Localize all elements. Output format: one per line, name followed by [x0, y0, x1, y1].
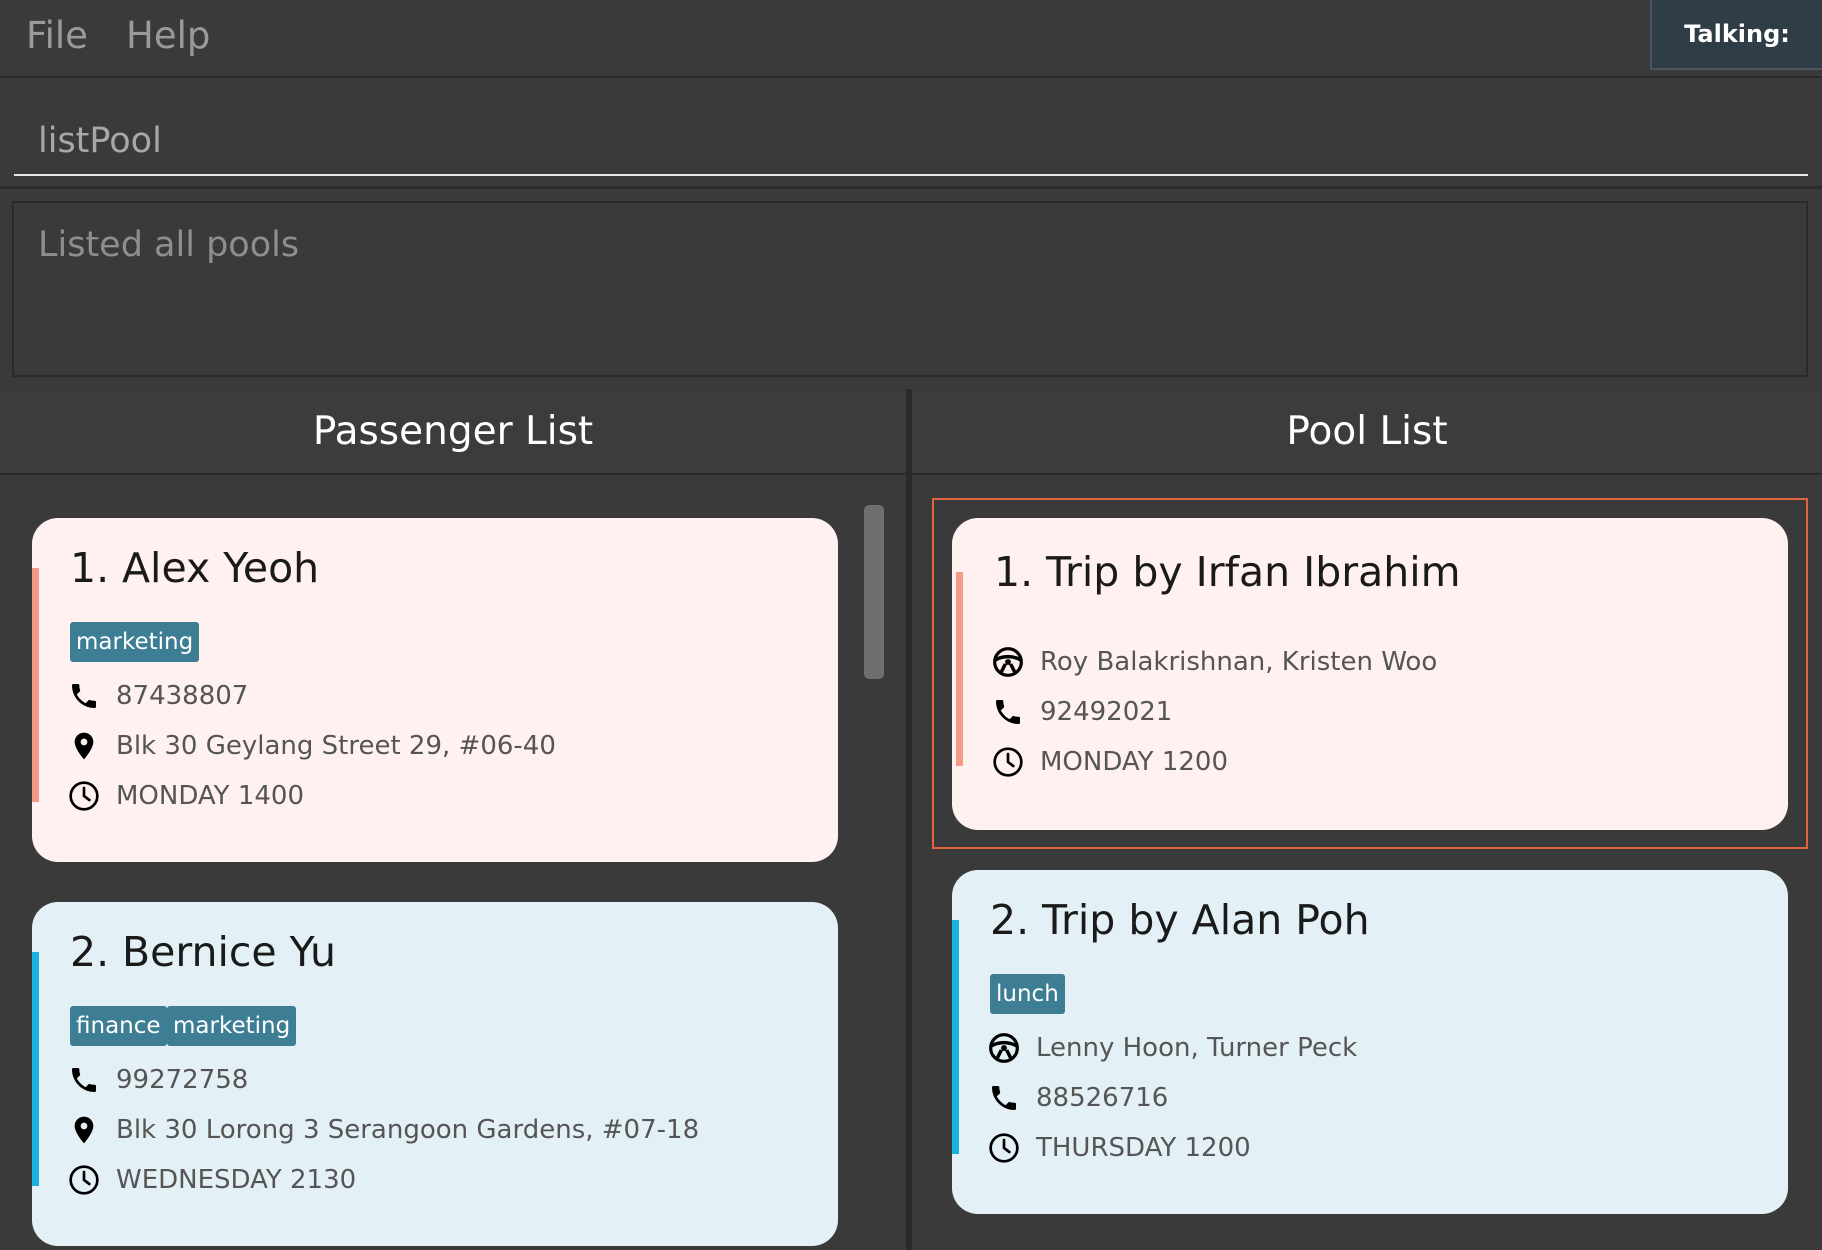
phone-row: 99272758 — [66, 1060, 248, 1100]
tag: lunch — [990, 974, 1065, 1014]
command-input[interactable] — [14, 96, 1808, 174]
steering-wheel-icon — [990, 644, 1026, 680]
tag: marketing — [167, 1006, 297, 1046]
panel-divider — [906, 389, 912, 1250]
command-box — [14, 96, 1808, 176]
location-pin-icon — [66, 728, 102, 764]
passenger-name: 1. Alex Yeoh — [70, 544, 320, 592]
pool-list-header: Pool List — [912, 389, 1822, 475]
menu-file[interactable]: File — [26, 14, 88, 57]
address-row: Blk 30 Lorong 3 Serangoon Gardens, #07-1… — [66, 1110, 699, 1150]
clock-icon — [66, 1162, 102, 1198]
pool-card[interactable]: 2. Trip by Alan Poh lunch Lenny Hoon, Tur… — [952, 870, 1788, 1214]
clock-icon — [986, 1130, 1022, 1166]
phone-row: 92492021 — [990, 692, 1172, 732]
phone-number: 87438807 — [116, 681, 249, 711]
location-pin-icon — [66, 1112, 102, 1148]
passenger-list-scrollbar[interactable] — [864, 505, 884, 679]
pool-list-title: Pool List — [1286, 408, 1448, 454]
time: MONDAY 1400 — [116, 781, 304, 811]
phone-icon — [986, 1080, 1022, 1116]
time-row: MONDAY 1400 — [66, 776, 304, 816]
time: MONDAY 1200 — [1040, 747, 1228, 777]
phone-number: 99272758 — [116, 1065, 249, 1095]
passenger-name: 2. Bernice Yu — [70, 928, 336, 976]
pool-passengers: Roy Balakrishnan, Kristen Woo — [1040, 647, 1438, 677]
time-row: THURSDAY 1200 — [986, 1128, 1251, 1168]
phone-number: 88526716 — [1036, 1083, 1169, 1113]
card-accent — [956, 572, 963, 766]
address: Blk 30 Lorong 3 Serangoon Gardens, #07-1… — [116, 1115, 700, 1145]
phone-row: 88526716 — [986, 1078, 1168, 1118]
time-row: MONDAY 1200 — [990, 742, 1228, 782]
passenger-list-header: Passenger List — [0, 389, 906, 475]
card-accent — [952, 920, 959, 1154]
pool-passengers-row: Roy Balakrishnan, Kristen Woo — [990, 642, 1437, 682]
phone-icon — [66, 678, 102, 714]
card-accent — [32, 568, 39, 802]
passenger-card[interactable]: 1. Alex Yeoh marketing 87438807 Blk 30 Ge… — [32, 518, 838, 862]
pool-card[interactable]: 1. Trip by Irfan Ibrahim Roy Balakrishnan… — [952, 518, 1788, 830]
menu-bar: File Help — [0, 0, 1822, 78]
address: Blk 30 Geylang Street 29, #06-40 — [116, 731, 556, 761]
pool-passengers: Lenny Hoon, Turner Peck — [1036, 1033, 1358, 1063]
passenger-list-title: Passenger List — [312, 408, 594, 454]
tag: marketing — [70, 622, 200, 662]
address-row: Blk 30 Geylang Street 29, #06-40 — [66, 726, 556, 766]
result-display: Listed all pools — [12, 201, 1808, 377]
time: THURSDAY 1200 — [1036, 1133, 1251, 1163]
menu-help[interactable]: Help — [126, 14, 210, 57]
phone-row: 87438807 — [66, 676, 248, 716]
tag: finance — [70, 1006, 167, 1046]
pool-title: 1. Trip by Irfan Ibrahim — [994, 548, 1461, 596]
phone-number: 92492021 — [1040, 697, 1173, 727]
clock-icon — [990, 744, 1026, 780]
phone-icon — [66, 1062, 102, 1098]
pool-passengers-row: Lenny Hoon, Turner Peck — [986, 1028, 1357, 1068]
pool-title: 2. Trip by Alan Poh — [990, 896, 1370, 944]
time: WEDNESDAY 2130 — [116, 1165, 357, 1195]
phone-icon — [990, 694, 1026, 730]
steering-wheel-icon — [986, 1030, 1022, 1066]
card-accent — [32, 952, 39, 1186]
talking-status: Talking: — [1650, 0, 1822, 70]
result-text: Listed all pools — [38, 225, 300, 265]
time-row: WEDNESDAY 2130 — [66, 1160, 356, 1200]
clock-icon — [66, 778, 102, 814]
passenger-card[interactable]: 2. Bernice Yu finance marketing 99272758 … — [32, 902, 838, 1246]
divider — [0, 186, 1822, 189]
